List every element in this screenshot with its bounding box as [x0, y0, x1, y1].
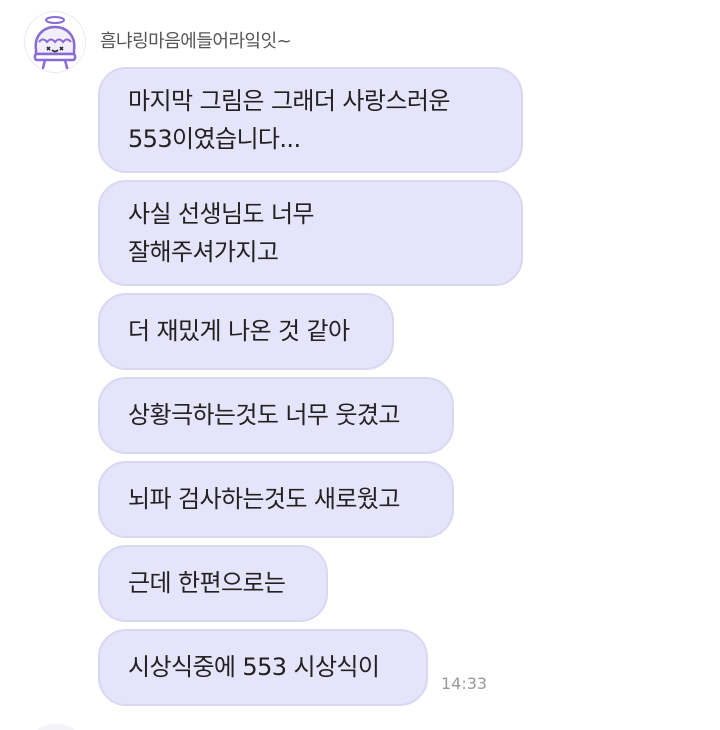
message-text: 근데 한편으로는 [128, 569, 286, 597]
message-text: 더 재밌게 나온 것 같아 [128, 317, 350, 345]
message-bubble[interactable]: 더 재밌게 나온 것 같아 [98, 293, 394, 370]
message-text: 마지막 그림은 그래더 사랑스러운 [128, 87, 450, 115]
next-sender-avatar [36, 724, 76, 730]
cake-angel-icon [33, 16, 77, 70]
sender-name: 흠냐링마음에들어라잌잇~ [100, 31, 292, 52]
chat-window: 흠냐링마음에들어라잌잇~ 마지막 그림은 그래더 사랑스러운 553이였습니다.… [0, 0, 720, 730]
message-text: 뇌파 검사하는것도 새로웠고 [128, 485, 400, 513]
message-bubble[interactable]: 근데 한편으로는 [98, 545, 328, 622]
message-text: 잘해주셔가지고 [128, 238, 279, 266]
message-text: 사실 선생님도 너무 [128, 200, 315, 228]
message-text: 553이였습니다... [128, 125, 301, 153]
sender-avatar[interactable] [25, 12, 85, 72]
message-bubble[interactable]: 상황극하는것도 너무 웃겼고 [98, 377, 454, 454]
message-bubble[interactable]: 시상식중에 553 시상식이 [98, 629, 428, 706]
message-bubble[interactable]: 사실 선생님도 너무 잘해주셔가지고 [98, 180, 523, 286]
message-text: 시상식중에 553 시상식이 [128, 653, 380, 681]
message-bubble[interactable]: 마지막 그림은 그래더 사랑스러운 553이였습니다... [98, 67, 523, 173]
message-bubble[interactable]: 뇌파 검사하는것도 새로웠고 [98, 461, 454, 538]
message-text: 상황극하는것도 너무 웃겼고 [128, 401, 400, 429]
message-timestamp: 14:33 [441, 674, 488, 693]
